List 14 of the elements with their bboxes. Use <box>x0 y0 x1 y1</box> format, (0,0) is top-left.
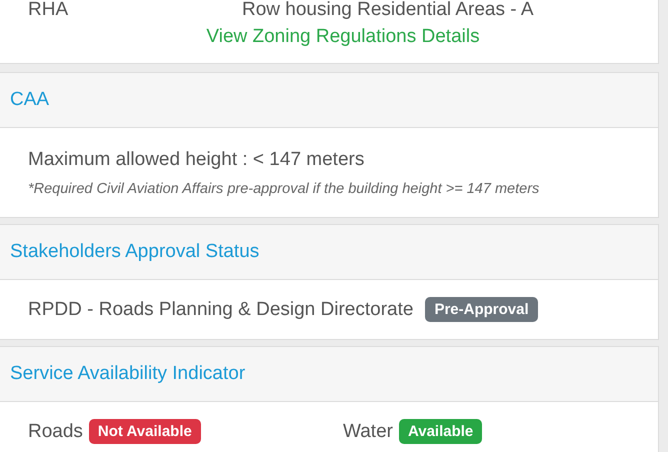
service-name: Water <box>343 420 393 442</box>
stakeholder-name: RPDD - Roads Planning & Design Directorate <box>28 298 414 320</box>
section-title[interactable]: Service Availability Indicator <box>10 363 246 385</box>
service-name: Roads <box>28 420 83 442</box>
zone-description: Row housing Residential Areas - A <box>242 0 534 20</box>
zoning-details-link[interactable]: View Zoning Regulations Details <box>206 26 480 48</box>
status-badge: Not Available <box>88 419 201 444</box>
zone-code: RHA <box>28 0 70 20</box>
section-title[interactable]: CAA <box>10 89 50 111</box>
approval-note: *Required Civil Aviation Affairs pre-approval if the building height >= 147 meters <box>28 180 540 196</box>
status-badge: Pre-Approval <box>425 297 538 322</box>
section-title[interactable]: Stakeholders Approval Status <box>10 241 260 263</box>
status-badge: Available <box>398 419 482 444</box>
height-limit-text: Maximum allowed height : < 147 meters <box>28 148 366 170</box>
